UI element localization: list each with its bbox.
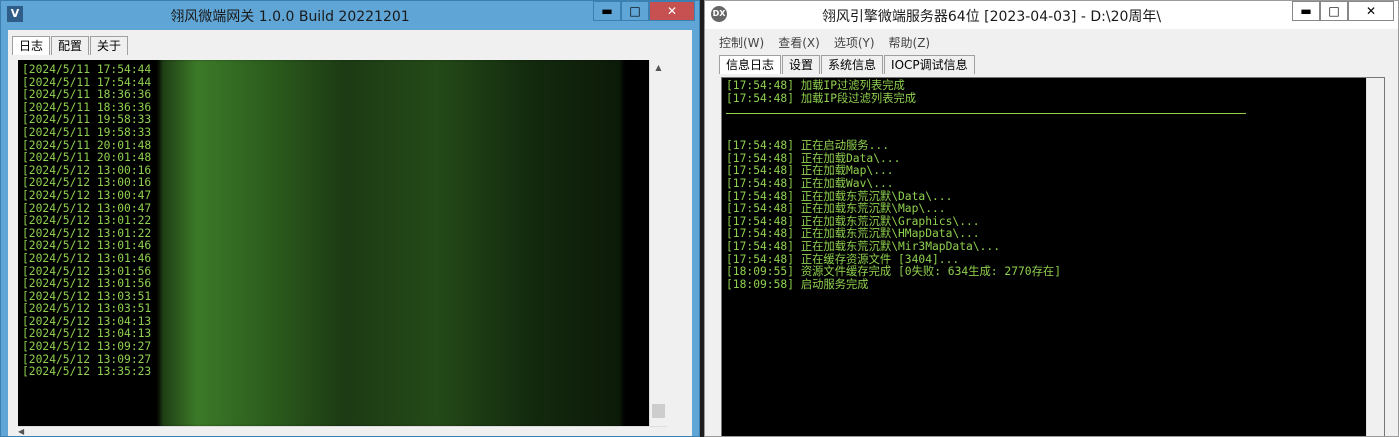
server-menubar: 控制(W) 查看(X) 选项(Y) 帮助(Z) [705,33,1398,53]
log-line: [17:54:48] 正在加载东荒沉默\Map\... [726,202,946,216]
gateway-log-console[interactable]: [2024/5/11 17:54:44 [2024/5/11 17:54:44 [2… [18,60,667,436]
server-maximize-button[interactable]: □ [1320,1,1348,21]
server-log-list: [17:54:48] 加载IP过滤列表完成 [17:54:48] 加载IP段过滤列… [722,78,1384,291]
server-window-title: 翎风引擎微端服务器64位 [2023-04-03] - D:\20周年\ [821,9,1162,25]
server-log-console[interactable]: [17:54:48] 加载IP过滤列表完成 [17:54:48] 加载IP段过滤列… [721,77,1385,436]
tab-system-info[interactable]: 系统信息 [821,55,884,74]
gateway-titlebar[interactable]: V 翎风微端网关 1.0.0 Build 20221201 ▬ □ ✕ [1,1,699,29]
scroll-left-icon[interactable]: ◀ [18,427,24,436]
scroll-thumb[interactable] [652,404,665,418]
gateway-minimize-button[interactable]: ▬ [593,1,621,21]
server-client-area: 控制(W) 查看(X) 选项(Y) 帮助(Z) 信息日志 设置 系统信息 IOC… [705,30,1398,436]
gateway-window-title: 翎风微端网关 1.0.0 Build 20221201 [170,9,410,25]
gateway-vertical-scrollbar[interactable]: ▲ [649,60,667,436]
log-line: [18:09:55] 资源文件缓存完成 [0失败: 634生成: 2770存在] [726,265,1061,279]
tab-log[interactable]: 日志 [12,36,51,55]
menu-view[interactable]: 查看(X) [778,33,820,53]
menu-help[interactable]: 帮助(Z) [889,33,931,53]
server-minimize-button[interactable]: ▬ [1292,1,1320,21]
log-line: [17:54:48] 正在启动服务... [726,139,890,153]
tab-info-log[interactable]: 信息日志 [719,55,782,74]
server-titlebar[interactable]: DX 翎风引擎微端服务器64位 [2023-04-03] - D:\20周年\ … [705,1,1398,29]
server-window: DX 翎风引擎微端服务器64位 [2023-04-03] - D:\20周年\ … [704,0,1399,437]
gateway-tabs: 日志 配置 关于 [12,36,129,55]
scroll-up-icon[interactable]: ▲ [650,60,667,76]
server-vertical-scrollbar[interactable] [1366,78,1384,436]
gateway-horizontal-scrollbar[interactable]: ◀ [18,426,667,436]
menu-options[interactable]: 选项(Y) [834,33,875,53]
gateway-window: V 翎风微端网关 1.0.0 Build 20221201 ▬ □ ✕ 日志 配… [0,0,700,437]
tab-about[interactable]: 关于 [90,36,129,55]
gateway-close-button[interactable]: ✕ [649,1,695,21]
server-close-button[interactable]: ✕ [1348,1,1394,21]
log-line: [17:54:48] 正在加载东荒沉默\Mir3MapData\... [726,239,1001,253]
menu-control[interactable]: 控制(W) [719,33,764,53]
server-tabs: 信息日志 设置 系统信息 IOCP调试信息 [719,55,976,74]
tab-config[interactable]: 配置 [51,36,90,55]
tab-settings[interactable]: 设置 [782,55,821,74]
gateway-maximize-button[interactable]: □ [621,1,649,21]
tab-iocp-debug[interactable]: IOCP调试信息 [884,55,975,74]
blurred-region [160,60,622,428]
log-line: [18:09:58] 启动服务完成 [726,277,869,291]
log-line: [17:54:48] 加载IP段过滤列表完成 [726,91,917,105]
log-line: [17:54:48] 正在加载Wav\... [726,176,894,190]
gateway-client-area: 日志 配置 关于 [2024/5/11 17:54:44 [2024/5/11 1… [8,30,692,436]
log-line: [17:54:48] 加载IP过滤列表完成 [726,79,905,92]
